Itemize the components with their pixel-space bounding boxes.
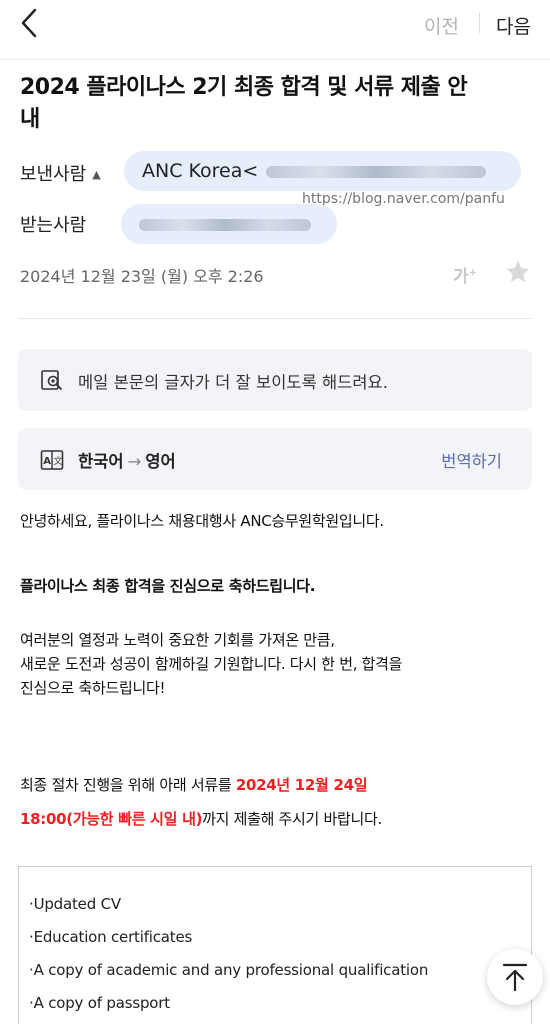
deadline-suffix: 까지 제출해 주시기 바랍니다. — [202, 810, 382, 828]
mail-date: 2024년 12월 23일 (월) 오후 2:26 — [20, 267, 264, 286]
body-line: 새로운 도전과 성공이 함께하길 기원합니다. 다시 한 번, 합격을 — [20, 655, 403, 673]
font-size-label: 가 — [453, 267, 469, 287]
redacted-email — [266, 166, 486, 178]
font-size-button[interactable]: 가+ — [453, 262, 477, 287]
deadline-time: 18:00(가능한 빠른 시일 내) — [20, 810, 203, 828]
readability-tip-text: 메일 본문의 글자가 더 잘 보이도록 해드려요. — [78, 373, 388, 392]
svg-text:文: 文 — [54, 455, 63, 467]
meta-divider — [18, 318, 532, 319]
document-item: ·A copy of academic and any professional… — [29, 961, 429, 979]
body-greeting: 안녕하세요, 플라이나스 채용대행사 ANC승무원학원입니다. — [20, 512, 384, 530]
watermark-text: https://blog.naver.com/panfu — [302, 191, 505, 207]
body-line: 진심으로 축하드립니다! — [20, 679, 166, 697]
target-language: 영어 — [145, 452, 176, 471]
header-divider — [0, 59, 550, 60]
redacted-recipient — [139, 219, 311, 231]
recipient-label: 받는사람 — [20, 215, 87, 236]
document-item: ·Updated CV — [29, 895, 121, 913]
star-icon[interactable] — [504, 258, 532, 286]
nav-divider — [479, 13, 480, 33]
documents-box: ·Updated CV ·Education certificates ·A c… — [18, 866, 532, 1024]
next-button[interactable]: 다음 — [496, 12, 531, 39]
sender-label: 보낸사람 — [20, 164, 87, 185]
deadline-date: 2024년 12월 24일 — [235, 776, 368, 794]
sender-chip[interactable]: ANC Korea< — [124, 151, 521, 191]
readability-tip-banner[interactable]: 메일 본문의 글자가 더 잘 보이도록 해드려요. — [18, 349, 532, 411]
scroll-top-button[interactable] — [487, 949, 543, 1005]
top-bar: 이전 다음 — [0, 0, 550, 48]
body-line: 여러분의 열정과 노력이 중요한 기회를 가져온 만큼, — [20, 631, 335, 649]
back-icon[interactable] — [18, 6, 48, 42]
recipient-chip[interactable] — [121, 204, 337, 244]
caret-up-icon: ▲ — [92, 168, 101, 181]
source-language: 한국어 — [78, 452, 124, 471]
arrow-up-icon — [502, 963, 528, 992]
arrow-right-icon: → — [127, 452, 142, 471]
sender-label-row[interactable]: 보낸사람 ▲ — [20, 160, 101, 186]
body-deadline-paragraph: 최종 절차 진행을 위해 아래 서류를 2024년 12월 24일 18:00(가… — [20, 768, 530, 836]
translate-banner: A文 한국어 → 영어 번역하기 — [18, 428, 532, 490]
plus-icon: + — [468, 267, 478, 279]
sender-name: ANC Korea< — [142, 160, 259, 182]
body-paragraph: 여러분의 열정과 노력이 중요한 기회를 가져온 만큼, 새로운 도전과 성공이… — [20, 628, 530, 700]
zoom-text-icon — [40, 368, 64, 392]
mail-subject: 2024 플라이나스 2기 최종 합격 및 서류 제출 안내 — [20, 75, 468, 132]
translate-button[interactable]: 번역하기 — [441, 448, 502, 472]
translate-icon: A文 — [40, 448, 64, 472]
svg-text:A: A — [43, 456, 51, 467]
deadline-prefix: 최종 절차 진행을 위해 아래 서류를 — [20, 776, 236, 794]
body-congrats: 플라이나스 최종 합격을 진심으로 축하드립니다. — [20, 577, 316, 595]
document-item: ·A copy of passport — [29, 994, 170, 1012]
translate-languages[interactable]: 한국어 → 영어 — [78, 448, 176, 472]
prev-button[interactable]: 이전 — [424, 12, 459, 39]
document-item: ·Education certificates — [29, 928, 193, 946]
